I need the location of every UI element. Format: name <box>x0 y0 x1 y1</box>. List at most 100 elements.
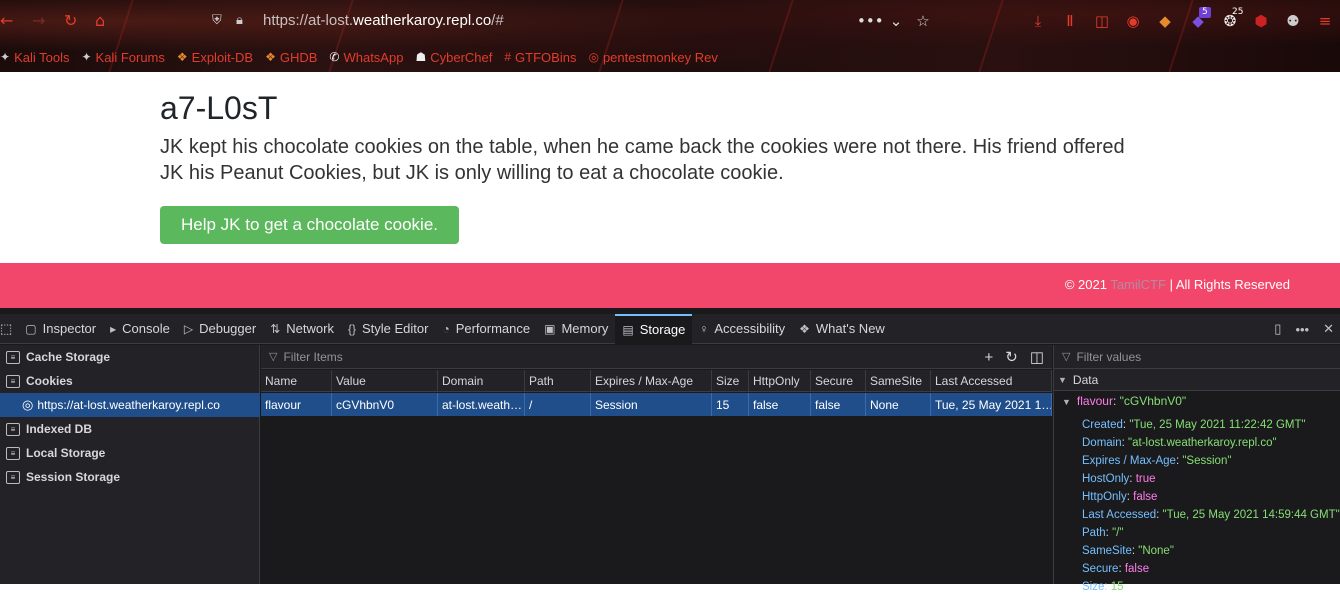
bookmark-whatsapp[interactable]: ✆ WhatsApp <box>329 50 403 65</box>
column-header[interactable]: Path <box>525 370 591 392</box>
tab-storage[interactable]: ▤ Storage <box>615 313 693 344</box>
get-cookie-button[interactable]: Help JK to get a chocolate cookie. <box>160 206 459 244</box>
table-cell[interactable]: Session <box>591 393 712 416</box>
star-icon[interactable]: ☆ <box>913 11 933 31</box>
sidebar-icon[interactable]: ◫ <box>1092 11 1112 31</box>
column-header[interactable]: Last Accessed <box>931 370 1052 392</box>
cookie-root-entry[interactable]: ▼ flavour: "cGVhbnV0" <box>1062 394 1186 408</box>
filter-values-input[interactable]: Filter values <box>1076 350 1141 364</box>
tab-accessibility[interactable]: ♀ Accessibility <box>692 314 792 344</box>
toggle-sidebar-icon[interactable]: ◫ <box>1030 348 1044 366</box>
detail-line[interactable]: Path: "/" <box>1082 527 1123 539</box>
home-icon[interactable]: ⌂ <box>95 11 105 31</box>
table-cell[interactable]: false <box>749 393 811 416</box>
cookie-details-panel: ▽ Filter values ▼ Data ▼ flavour: "cGVhbn… <box>1053 345 1340 593</box>
tab-debugger[interactable]: ▷ Debugger <box>177 314 263 344</box>
refresh-icon[interactable]: ↻ <box>1005 348 1018 366</box>
forward-arrow-icon[interactable]: → <box>32 11 45 31</box>
devtools-menu-icon[interactable]: ••• <box>1295 322 1309 337</box>
tab-memory[interactable]: ▣ Memory <box>537 314 615 344</box>
column-header[interactable]: Domain <box>438 370 525 392</box>
library-icon[interactable]: Ⅱ <box>1060 11 1080 31</box>
responsive-design-icon[interactable]: ▯ <box>1274 321 1281 337</box>
bookmark-pentestmonkey[interactable]: ◎ pentestmonkey Rev <box>588 50 717 65</box>
data-section-header[interactable]: ▼ Data <box>1054 369 1340 391</box>
footer-text: © 2021 TamilCTF | All Rights Reserved <box>1065 277 1290 292</box>
account-icon[interactable]: ◉ <box>1123 11 1143 31</box>
detail-key: Last Accessed <box>1082 509 1157 521</box>
browser-toolbar: ← → ↻ ⌂ ⛨ 🔒︎ https://at-lost.weatherkaro… <box>0 0 1340 72</box>
cookie-table-panel: ▽ Filter Items + ↻ ◫ Name Value Domain P… <box>261 345 1052 584</box>
page-title: a7-L0sT <box>160 90 278 126</box>
column-header[interactable]: Name <box>261 370 332 392</box>
table-cell[interactable]: cGVhbnV0 <box>332 393 438 416</box>
extension-badge: 5 <box>1199 7 1211 18</box>
table-cell[interactable]: flavour <box>261 393 332 416</box>
detail-line[interactable]: Size: 15 <box>1082 581 1124 593</box>
column-header[interactable]: Value <box>332 370 438 392</box>
tree-session-storage[interactable]: ≡ Session Storage <box>0 465 260 489</box>
detail-line[interactable]: HostOnly: true <box>1082 473 1156 485</box>
tree-cache-storage[interactable]: ≡ Cache Storage <box>0 345 260 369</box>
detail-line[interactable]: Domain: "at-lost.weatherkaroy.repl.co" <box>1082 437 1277 449</box>
detail-line[interactable]: Expires / Max-Age: "Session" <box>1082 455 1231 467</box>
reload-icon[interactable]: ↻ <box>64 11 77 31</box>
detail-line[interactable]: Last Accessed: "Tue, 25 May 2021 14:59:4… <box>1082 509 1340 521</box>
extension-fox-icon[interactable]: ◆ <box>1155 11 1175 31</box>
back-arrow-icon[interactable]: ← <box>0 11 13 31</box>
tree-indexed-db[interactable]: ≡ Indexed DB <box>0 417 260 441</box>
table-cell[interactable]: false <box>811 393 866 416</box>
lock-icon[interactable]: 🔒︎ <box>236 11 243 31</box>
ublock-icon[interactable]: ⬢ <box>1251 11 1271 31</box>
tab-inspector[interactable]: ▢ Inspector <box>18 314 103 344</box>
footer-brand-link[interactable]: TamilCTF <box>1110 277 1166 292</box>
table-cell[interactable]: at-lost.weath… <box>438 393 525 416</box>
shield-icon[interactable]: ⛨ <box>212 11 222 31</box>
style-editor-icon: {} <box>347 321 356 336</box>
column-header[interactable]: HttpOnly <box>749 370 811 392</box>
table-cell[interactable]: None <box>866 393 931 416</box>
extension-spy-icon[interactable]: ⚉ <box>1283 11 1303 31</box>
detail-line[interactable]: HttpOnly: false <box>1082 491 1157 503</box>
table-cell[interactable]: / <box>525 393 591 416</box>
detail-line[interactable]: Secure: false <box>1082 563 1149 575</box>
bookmark-gtfobins[interactable]: # GTFOBins <box>504 50 576 65</box>
bookmark-exploit-db[interactable]: ❖ Exploit-DB <box>177 50 253 65</box>
detail-value: 15 <box>1110 581 1124 593</box>
table-cell[interactable]: Tue, 25 May 2021 1… <box>931 393 1052 416</box>
tree-cookies[interactable]: ≡ Cookies <box>0 369 260 393</box>
detail-line[interactable]: SameSite: "None" <box>1082 545 1174 557</box>
tab-performance[interactable]: ◔ Performance <box>435 314 537 344</box>
more-actions-icon[interactable]: ••• <box>857 11 884 31</box>
tab-console[interactable]: ▸ Console <box>103 314 177 344</box>
address-bar[interactable]: https://at-lost.weatherkaroy.repl.co/# <box>263 11 504 31</box>
download-icon[interactable]: ⤓ <box>1028 11 1048 31</box>
bookmark-cyberchef[interactable]: ☗ CyberChef <box>415 50 492 65</box>
filter-items-input[interactable]: Filter Items <box>283 350 342 364</box>
pocket-icon[interactable]: ⌄ <box>886 11 906 31</box>
menu-icon[interactable]: ≡ <box>1315 11 1335 31</box>
column-header[interactable]: Expires / Max-Age <box>591 370 712 392</box>
storage-db-icon: ≡ <box>6 374 20 388</box>
bookmark-kali-tools[interactable]: ✦ Kali Tools <box>0 50 69 65</box>
memory-icon: ▣ <box>544 321 556 336</box>
tab-network[interactable]: ⇅ Network <box>263 314 341 344</box>
detail-line[interactable]: Created: "Tue, 25 May 2021 11:22:42 GMT" <box>1082 419 1306 431</box>
storage-db-icon: ≡ <box>6 470 20 484</box>
filter-items-bar: ▽ Filter Items + ↻ ◫ <box>261 345 1052 369</box>
kali-dragon-icon: ✦ <box>0 50 11 64</box>
column-header[interactable]: Secure <box>811 370 866 392</box>
tab-whats-new[interactable]: ❖ What's New <box>792 314 892 344</box>
table-cell[interactable]: 15 <box>712 393 749 416</box>
kali-dragon-icon: ✦ <box>81 50 92 64</box>
tree-cookie-host[interactable]: ◎ https://at-lost.weatherkaroy.repl.co <box>0 393 260 417</box>
add-item-icon[interactable]: + <box>984 349 993 366</box>
column-header[interactable]: Size <box>712 370 749 392</box>
close-icon[interactable]: ✕ <box>1323 321 1334 337</box>
pick-element-icon[interactable]: ⬚ <box>0 314 18 344</box>
tab-style-editor[interactable]: {} Style Editor <box>341 314 436 344</box>
bookmark-kali-forums[interactable]: ✦ Kali Forums <box>81 50 164 65</box>
tree-local-storage[interactable]: ≡ Local Storage <box>0 441 260 465</box>
column-header[interactable]: SameSite <box>866 370 931 392</box>
bookmark-ghdb[interactable]: ❖ GHDB <box>265 50 317 65</box>
